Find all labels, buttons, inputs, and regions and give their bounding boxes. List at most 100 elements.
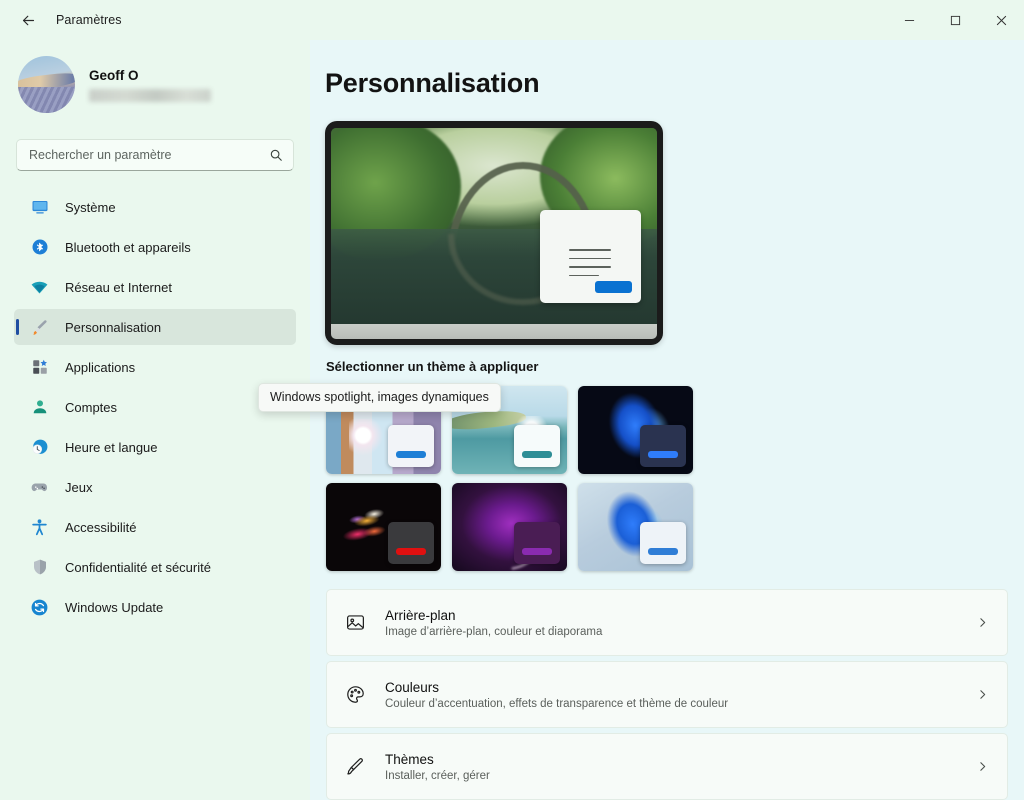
sidebar-item-label: Jeux	[65, 479, 93, 495]
sidebar-item-personnalisation[interactable]: Personnalisation	[14, 309, 296, 345]
clock-globe-icon	[30, 438, 49, 457]
accessibility-icon	[30, 518, 49, 537]
theme-tile-windows-light-bloom[interactable]	[578, 483, 693, 571]
gamepad-icon	[30, 478, 49, 497]
sidebar-item-accessibilite[interactable]: Accessibilité	[14, 509, 296, 545]
search-input[interactable]	[29, 148, 269, 162]
sidebar-item-label: Accessibilité	[65, 519, 137, 535]
settings-row-subtitle: Installer, créer, gérer	[385, 769, 490, 782]
preview-line	[568, 266, 612, 268]
sidebar-item-applications[interactable]: Applications	[14, 349, 296, 385]
theme-accent-swatch	[522, 547, 552, 555]
preview-line	[568, 249, 612, 251]
settings-list: Arrière-plan Image d’arrière-plan, coule…	[324, 589, 1008, 800]
theme-tooltip: Windows spotlight, images dynamiques	[258, 383, 501, 412]
wallpaper-preview	[331, 128, 657, 339]
theme-tile-flow-dark[interactable]	[326, 483, 441, 571]
sidebar-item-label: Bluetooth et appareils	[65, 239, 191, 255]
wifi-icon	[30, 278, 49, 297]
theme-window-sample	[388, 521, 435, 564]
minimize-button[interactable]	[886, 0, 932, 40]
title-bar-left: Paramètres	[0, 0, 122, 40]
preview-accent-button	[595, 280, 632, 293]
settings-row-text: Arrière-plan Image d’arrière-plan, coule…	[385, 608, 958, 638]
main-content: Personnalisation Sélectionner un thème à…	[310, 40, 1024, 800]
search-icon	[269, 148, 283, 162]
sidebar-nav: Système Bluetooth et appareils Réseau et…	[12, 187, 298, 627]
bluetooth-icon	[30, 238, 49, 257]
preview-window-sample	[539, 210, 641, 304]
theme-grid	[324, 386, 1008, 571]
sidebar-item-label: Applications	[65, 359, 136, 375]
settings-row-title: Couleurs	[385, 679, 440, 695]
settings-row-subtitle: Image d’arrière-plan, couleur et diapora…	[385, 625, 603, 638]
avatar	[18, 56, 75, 113]
sidebar-item-jeux[interactable]: Jeux	[14, 469, 296, 505]
theme-accent-swatch	[648, 450, 678, 458]
sidebar-item-label: Windows Update	[65, 599, 164, 615]
search-box[interactable]	[16, 139, 294, 171]
back-arrow-icon[interactable]	[14, 6, 42, 34]
page-title: Personnalisation	[325, 68, 540, 98]
theme-tile-windows-dark-bloom[interactable]	[578, 386, 693, 474]
apps-icon	[30, 358, 49, 377]
theme-accent-swatch	[522, 450, 552, 458]
account-name: Geoff O	[89, 67, 139, 83]
theme-accent-swatch	[396, 450, 426, 458]
chevron-right-icon	[976, 760, 989, 773]
theme-preview-wrap	[324, 121, 1008, 345]
settings-row-themes[interactable]: Thèmes Installer, créer, gérer	[326, 733, 1008, 800]
preview-taskbar	[331, 324, 657, 339]
theme-window-sample	[514, 521, 561, 564]
paintbrush-icon	[30, 318, 49, 337]
sidebar-item-label: Confidentialité et sécurité	[65, 559, 211, 575]
sidebar-item-bluetooth-et-appareils[interactable]: Bluetooth et appareils	[14, 229, 296, 265]
sidebar-item-label: Réseau et Internet	[65, 279, 172, 295]
monitor-icon	[30, 198, 49, 217]
picture-icon	[343, 611, 367, 635]
settings-row-title: Arrière-plan	[385, 607, 456, 623]
sidebar-item-label: Heure et langue	[65, 439, 158, 455]
theme-tile-glow[interactable]	[452, 483, 567, 571]
window-controls	[886, 0, 1024, 40]
sidebar-item-comptes[interactable]: Comptes	[14, 389, 296, 425]
account-block[interactable]: Geoff O	[12, 40, 298, 121]
person-icon	[30, 398, 49, 417]
close-button[interactable]	[978, 0, 1024, 40]
settings-window: Paramètres Geoff O Rechercher un paramèt…	[0, 0, 1024, 800]
theme-accent-swatch	[396, 547, 426, 555]
sidebar: Geoff O Rechercher un paramètre Système …	[0, 40, 310, 800]
sidebar-item-label: Comptes	[65, 399, 118, 415]
sidebar-item-reseau-et-internet[interactable]: Réseau et Internet	[14, 269, 296, 305]
sidebar-item-label: Personnalisation	[65, 319, 162, 335]
palette-icon	[343, 683, 367, 707]
account-email-redacted	[89, 88, 211, 102]
account-text: Geoff O	[89, 68, 211, 102]
paintbrush-icon	[343, 755, 367, 779]
settings-row-arriere-plan[interactable]: Arrière-plan Image d’arrière-plan, coule…	[326, 589, 1008, 656]
sidebar-item-windows-update[interactable]: Windows Update	[14, 589, 296, 625]
theme-window-sample	[514, 424, 561, 467]
window-title: Paramètres	[56, 13, 122, 27]
title-bar-drag-area	[122, 0, 886, 40]
theme-window-sample	[388, 424, 435, 467]
title-bar: Paramètres	[0, 0, 1024, 40]
preview-line	[568, 274, 599, 277]
theme-window-sample	[640, 424, 687, 467]
monitor-preview	[325, 121, 663, 345]
update-icon	[30, 598, 49, 617]
theme-window-sample	[640, 521, 687, 564]
sidebar-item-label: Système	[65, 199, 116, 215]
shield-icon	[30, 558, 49, 577]
settings-row-text: Couleurs Couleur d’accentuation, effets …	[385, 680, 958, 710]
settings-row-text: Thèmes Installer, créer, gérer	[385, 752, 958, 782]
sidebar-item-heure-et-langue[interactable]: Heure et langue	[14, 429, 296, 465]
settings-row-title: Thèmes	[385, 751, 434, 767]
settings-row-subtitle: Couleur d’accentuation, effets de transp…	[385, 697, 729, 710]
sidebar-item-confidentialite-et-securite[interactable]: Confidentialité et sécurité	[14, 549, 296, 585]
sidebar-item-systeme[interactable]: Système	[14, 189, 296, 225]
chevron-right-icon	[976, 616, 989, 629]
settings-row-couleurs[interactable]: Couleurs Couleur d’accentuation, effets …	[326, 661, 1008, 728]
theme-accent-swatch	[648, 547, 678, 555]
maximize-button[interactable]	[932, 0, 978, 40]
